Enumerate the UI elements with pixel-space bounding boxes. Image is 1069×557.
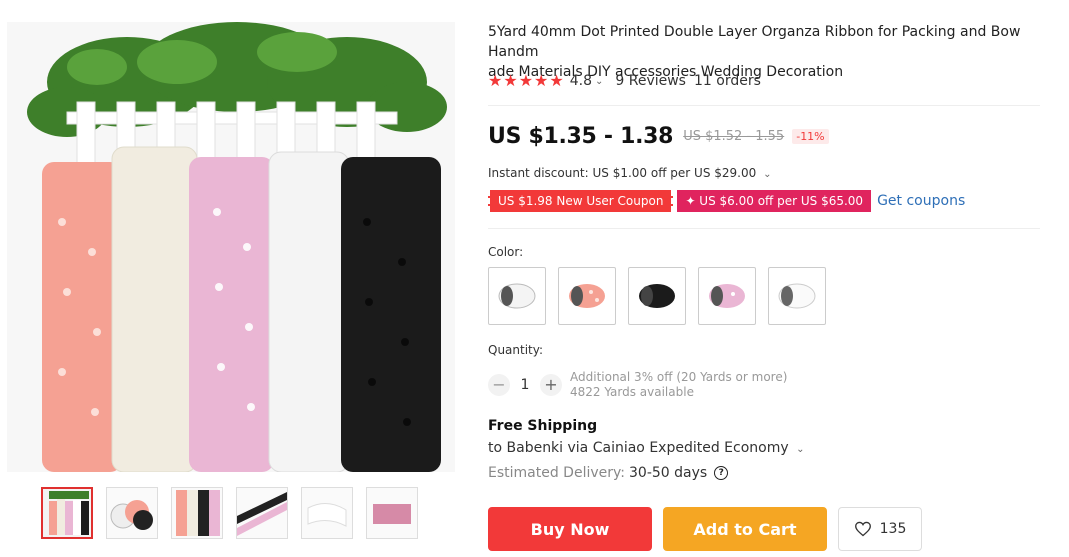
star-icon: ★ bbox=[549, 71, 564, 90]
get-coupons-link[interactable]: Get coupons bbox=[877, 193, 965, 209]
orders-count: 11 orders bbox=[693, 73, 761, 89]
store-coupon[interactable]: ✦ US $6.00 off per US $65.00 bbox=[677, 190, 872, 212]
thumbnail-1[interactable] bbox=[41, 487, 93, 539]
original-price: US $1.52 - 1.55 bbox=[683, 129, 785, 144]
thumbnail-4[interactable] bbox=[236, 487, 288, 539]
add-to-cart-label: Add to Cart bbox=[693, 519, 797, 539]
buy-now-label: Buy Now bbox=[530, 519, 610, 539]
shipping-method[interactable]: to Babenki via Cainiao Expedited Economy… bbox=[488, 440, 804, 456]
chevron-down-icon[interactable]: ⌄ bbox=[595, 76, 603, 87]
delivery-days: 30-50 days bbox=[629, 465, 708, 481]
star-icon: ★ bbox=[503, 71, 518, 90]
help-icon[interactable]: ? bbox=[714, 466, 729, 480]
discount-badge: -11% bbox=[792, 129, 829, 144]
rating-value[interactable]: 4.8 bbox=[570, 73, 592, 89]
coupon-row: US $1.98 New User Coupon ✦ US $6.00 off … bbox=[488, 190, 965, 212]
bulk-discount-note: Additional 3% off (20 Yards or more) bbox=[570, 370, 788, 384]
product-title-line-1: 5Yard 40mm Dot Printed Double Layer Orga… bbox=[488, 24, 1021, 60]
instant-discount-text: Instant discount: US $1.00 off per US $2… bbox=[488, 166, 757, 180]
quantity-info: Additional 3% off (20 Yards or more) 482… bbox=[570, 370, 787, 400]
chevron-down-icon: ⌄ bbox=[796, 444, 805, 455]
star-icon: ★ bbox=[488, 71, 503, 90]
chevron-down-icon: ⌄ bbox=[763, 169, 772, 180]
quantity-value[interactable]: 1 bbox=[510, 377, 540, 393]
main-product-image[interactable] bbox=[7, 22, 455, 472]
shipping-title: Free Shipping bbox=[488, 418, 598, 434]
add-to-cart-button[interactable]: Add to Cart bbox=[663, 507, 827, 551]
color-option-light-pink[interactable] bbox=[698, 267, 756, 325]
thumbnail-6[interactable] bbox=[366, 487, 418, 539]
quantity-label: Quantity: bbox=[488, 343, 544, 357]
quantity-plus-button[interactable]: + bbox=[540, 374, 562, 396]
new-user-coupon[interactable]: US $1.98 New User Coupon bbox=[488, 190, 674, 212]
heart-icon bbox=[854, 521, 871, 537]
thumbnail-5[interactable] bbox=[301, 487, 353, 539]
instant-discount[interactable]: Instant discount: US $1.00 off per US $2… bbox=[488, 166, 771, 180]
quantity-minus-button[interactable]: − bbox=[488, 374, 510, 396]
quantity-stepper: − 1 + Additional 3% off (20 Yards or mor… bbox=[488, 370, 787, 400]
thumbnail-2[interactable] bbox=[106, 487, 158, 539]
color-label: Color: bbox=[488, 245, 524, 259]
rating-row: ★ ★ ★ ★ ★ 4.8 ⌄ 9 Reviews 11 orders bbox=[488, 72, 761, 90]
star-icon: ★ bbox=[534, 71, 549, 90]
divider bbox=[488, 228, 1040, 229]
current-price: US $1.35 - 1.38 bbox=[488, 124, 674, 149]
star-icon: ★ bbox=[518, 71, 534, 90]
stock-available: 4822 Yards available bbox=[570, 385, 694, 399]
divider bbox=[488, 105, 1040, 106]
ribbon-rolls-photo bbox=[7, 22, 455, 472]
color-option-black[interactable] bbox=[628, 267, 686, 325]
color-option-pink-dot[interactable] bbox=[558, 267, 616, 325]
price-row: US $1.35 - 1.38 US $1.52 - 1.55 -11% bbox=[488, 124, 829, 149]
estimated-delivery: Estimated Delivery: 30-50 days ? bbox=[488, 465, 729, 481]
shipping-method-text: to Babenki via Cainiao Expedited Economy bbox=[488, 440, 789, 456]
star-rating: ★ ★ ★ ★ ★ bbox=[488, 73, 564, 89]
wishlist-count: 135 bbox=[879, 521, 907, 537]
thumbnail-3[interactable] bbox=[171, 487, 223, 539]
wishlist-button[interactable]: 135 bbox=[838, 507, 922, 551]
delivery-label: Estimated Delivery: bbox=[488, 465, 625, 481]
reviews-link[interactable]: 9 Reviews bbox=[615, 73, 686, 89]
color-option-white-dot[interactable] bbox=[768, 267, 826, 325]
color-swatches bbox=[488, 267, 826, 325]
color-option-white[interactable] bbox=[488, 267, 546, 325]
buy-now-button[interactable]: Buy Now bbox=[488, 507, 652, 551]
